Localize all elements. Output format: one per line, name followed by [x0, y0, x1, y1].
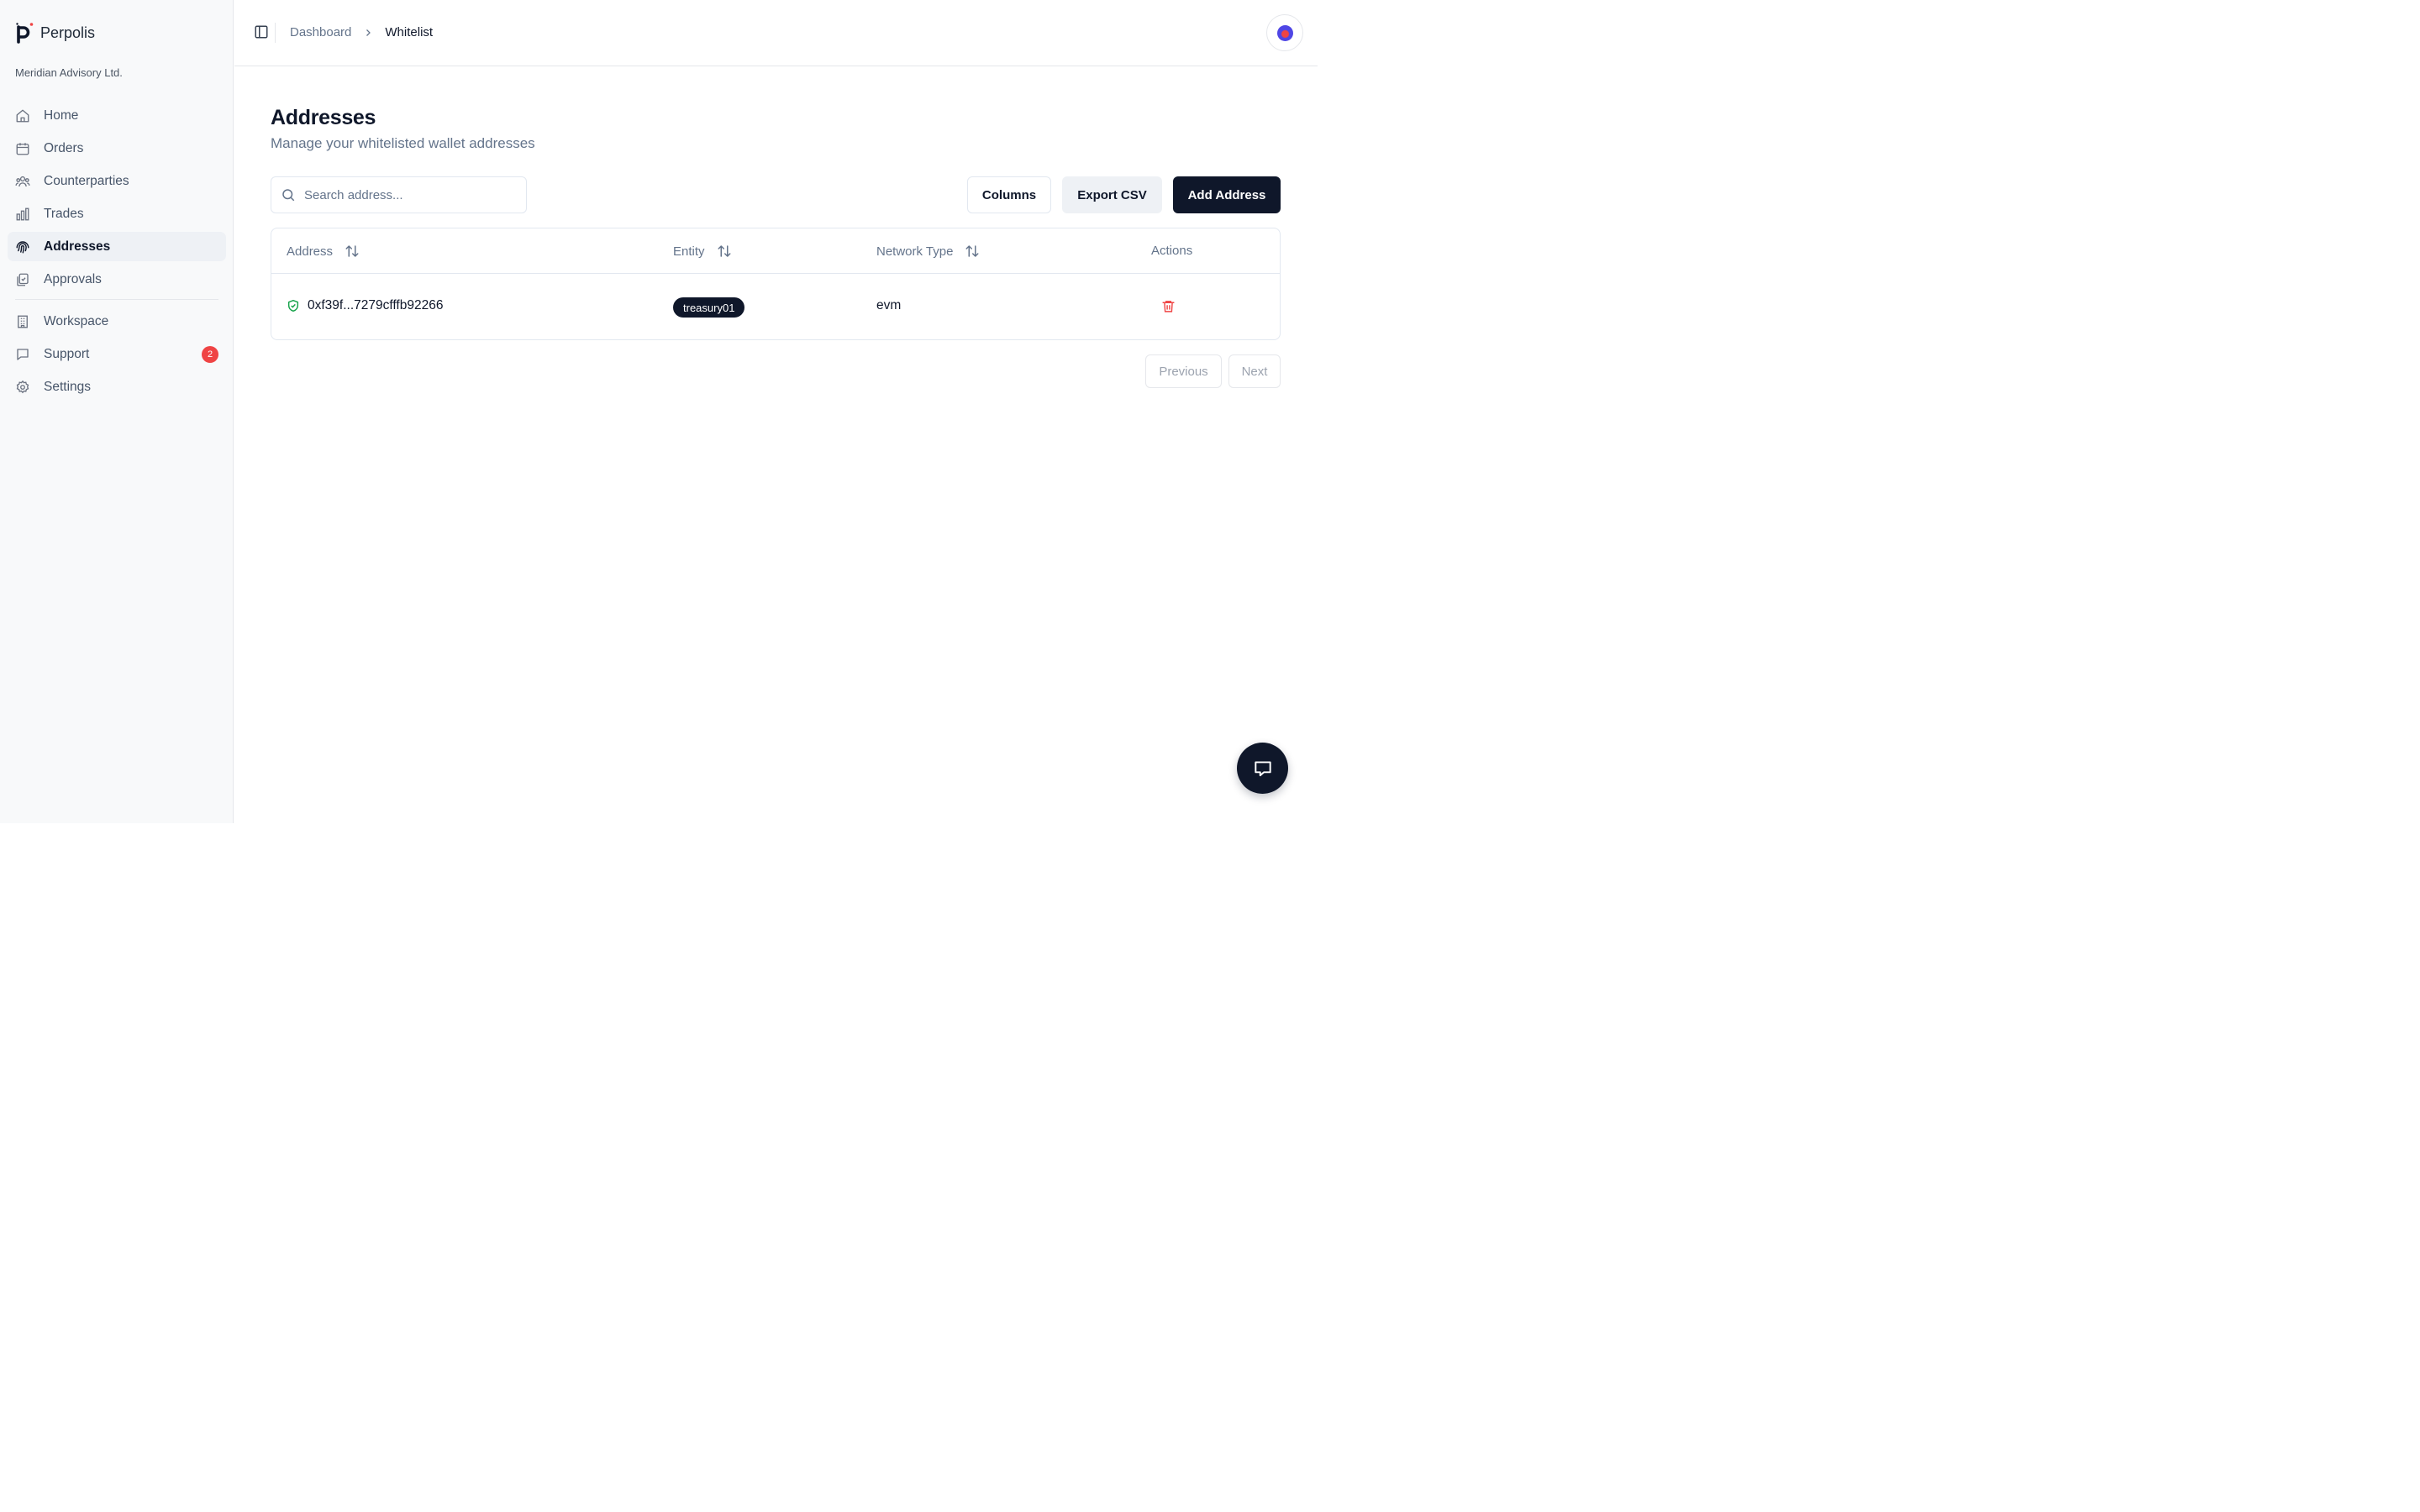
- network-type-cell: evm: [876, 298, 902, 312]
- column-label: Address: [287, 244, 334, 259]
- sidebar-item-label: Support: [44, 346, 90, 361]
- sidebar-item-addresses[interactable]: Addresses: [8, 232, 226, 261]
- sidebar-divider: [15, 299, 218, 300]
- sort-icon[interactable]: [717, 244, 732, 259]
- calendar-icon: [15, 141, 30, 156]
- sidebar-item-label: Workspace: [44, 313, 109, 328]
- sidebar-item-label: Counterparties: [44, 173, 129, 188]
- search-icon: [281, 187, 296, 202]
- search-input[interactable]: [304, 187, 514, 202]
- trash-icon[interactable]: [1161, 299, 1176, 313]
- sort-icon[interactable]: [965, 244, 980, 259]
- perpolis-logo-icon: [15, 22, 34, 44]
- brand-name: Perpolis: [40, 24, 96, 41]
- previous-page-button[interactable]: Previous: [1145, 354, 1222, 388]
- sidebar-nav: Home Orders Counterparties Trades Addres…: [8, 101, 226, 405]
- sidebar-item-approvals[interactable]: Approvals: [8, 265, 226, 294]
- page-title: Addresses: [271, 106, 376, 129]
- export-csv-button[interactable]: Export CSV: [1062, 176, 1162, 213]
- chevron-right-icon: [363, 28, 373, 38]
- notification-badge: 2: [202, 346, 218, 363]
- breadcrumb-dashboard-link[interactable]: Dashboard: [290, 25, 351, 39]
- sidebar-item-support[interactable]: Support 2: [8, 339, 226, 369]
- shield-check-icon: [287, 299, 300, 312]
- sidebar-item-trades[interactable]: Trades: [8, 199, 226, 228]
- table-header: Address Entity Network Type Actions: [271, 228, 1280, 274]
- entity-badge: treasury01: [673, 297, 745, 318]
- sidebar-item-settings[interactable]: Settings: [8, 372, 226, 402]
- column-header-network-type[interactable]: Network Type: [876, 244, 980, 259]
- column-header-actions: Actions: [1151, 244, 1192, 258]
- clipboard-check-icon: [15, 272, 30, 287]
- breadcrumb-current: Whitelist: [385, 25, 434, 39]
- column-label: Network Type: [876, 244, 954, 259]
- column-label: Actions: [1151, 244, 1193, 258]
- avatar: [1276, 24, 1293, 41]
- sidebar-item-label: Home: [44, 108, 79, 123]
- address-value: 0xf39f...7279cfffb92266: [308, 298, 444, 312]
- sidebar-toggle-icon[interactable]: [254, 24, 271, 41]
- users-icon: [15, 174, 30, 189]
- top-header: Dashboard Whitelist: [234, 0, 1318, 66]
- sidebar-item-home[interactable]: Home: [8, 101, 226, 130]
- gear-icon: [15, 380, 30, 395]
- message-square-icon: [15, 347, 30, 362]
- sidebar: Perpolis Meridian Advisory Ltd. Home Ord…: [0, 0, 234, 823]
- next-page-button[interactable]: Next: [1228, 354, 1281, 388]
- sidebar-item-workspace[interactable]: Workspace: [8, 307, 226, 336]
- column-header-entity[interactable]: Entity: [673, 244, 732, 259]
- sidebar-item-label: Approvals: [44, 271, 102, 286]
- page-subtitle: Manage your whitelisted wallet addresses: [271, 135, 535, 151]
- sidebar-item-orders[interactable]: Orders: [8, 134, 226, 163]
- brand[interactable]: Perpolis: [15, 22, 95, 44]
- sidebar-item-label: Settings: [44, 379, 92, 394]
- home-icon: [15, 108, 30, 123]
- sidebar-item-label: Trades: [44, 206, 84, 221]
- organization-name: Meridian Advisory Ltd.: [15, 66, 123, 79]
- sidebar-item-label: Orders: [44, 140, 84, 155]
- sort-icon[interactable]: [345, 244, 360, 259]
- columns-button[interactable]: Columns: [967, 176, 1051, 213]
- column-header-address[interactable]: Address: [287, 244, 360, 259]
- add-address-button[interactable]: Add Address: [1173, 176, 1281, 213]
- chat-support-button[interactable]: [1237, 743, 1288, 794]
- sidebar-item-label: Addresses: [44, 239, 111, 254]
- header-divider: [275, 23, 276, 43]
- fingerprint-icon: [15, 239, 30, 255]
- table-row[interactable]: 0xf39f...7279cfffb92266 treasury01 evm: [271, 275, 1280, 340]
- bar-chart-icon: [15, 207, 30, 222]
- user-avatar-button[interactable]: [1266, 14, 1303, 51]
- breadcrumb: Dashboard Whitelist: [290, 25, 433, 39]
- building-icon: [15, 314, 30, 329]
- search-field[interactable]: [271, 176, 527, 213]
- sidebar-item-counterparties[interactable]: Counterparties: [8, 166, 226, 196]
- addresses-table: Address Entity Network Type Actions 0xf3…: [271, 228, 1281, 340]
- column-label: Entity: [673, 244, 705, 259]
- address-cell: 0xf39f...7279cfffb92266: [287, 298, 443, 313]
- chat-bubble-icon: [1252, 758, 1274, 780]
